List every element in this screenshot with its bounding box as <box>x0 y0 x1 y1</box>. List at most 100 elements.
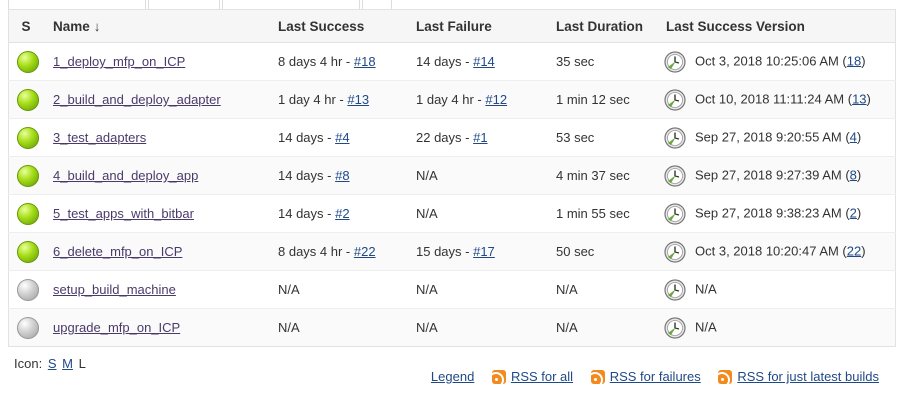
job-link[interactable]: 2_build_and_deploy_adapter <box>53 92 221 107</box>
clock-icon[interactable] <box>664 88 686 111</box>
column-header-last-success[interactable]: Last Success <box>268 9 414 43</box>
version-text: Oct 10, 2018 11:11:24 AM ( <box>695 90 853 106</box>
last-success-version-cell: Oct 10, 2018 11:11:24 AM (13) <box>664 80 896 119</box>
grey-ball-icon <box>16 316 39 339</box>
green-ball-icon <box>16 164 39 187</box>
column-header-last-duration[interactable]: Last Duration <box>546 9 664 43</box>
job-name-cell: 5_test_apps_with_bitbar <box>43 194 268 233</box>
version-close: ) <box>856 204 862 220</box>
last-failure-cell: N/A <box>414 270 546 309</box>
rss-icon[interactable] <box>590 370 605 384</box>
job-link[interactable]: 1_deploy_mfp_on_ICP <box>53 54 185 69</box>
last-failure-cell: 15 days - #17 <box>414 232 546 271</box>
icon-size-small-link[interactable]: S <box>48 356 57 371</box>
rss-icon[interactable] <box>491 370 506 384</box>
last-success-build-link[interactable]: #18 <box>354 54 376 69</box>
last-failure-text: N/A <box>416 282 438 297</box>
version-text: Oct 3, 2018 10:25:06 AM ( <box>695 52 847 68</box>
job-link[interactable]: upgrade_mfp_on_ICP <box>53 320 180 335</box>
last-success-build-link[interactable]: #8 <box>335 168 349 183</box>
last-failure-build-link[interactable]: #1 <box>473 130 487 145</box>
job-link[interactable]: 5_test_apps_with_bitbar <box>53 206 194 221</box>
job-link[interactable]: 4_build_and_deploy_app <box>53 168 198 183</box>
rss-latest-builds-link[interactable]: RSS for just latest builds <box>737 369 879 384</box>
last-failure-text: N/A <box>416 168 438 183</box>
job-link[interactable]: 6_delete_mfp_on_ICP <box>53 244 182 259</box>
version-text: Oct 3, 2018 10:20:47 AM ( <box>695 242 847 258</box>
version-build-link[interactable]: 8 <box>850 167 857 182</box>
icon-size-large-current: L <box>78 356 86 371</box>
last-success-version-cell: Sep 27, 2018 9:38:23 AM (2) <box>664 194 896 233</box>
green-ball-icon <box>16 88 39 111</box>
last-failure-text: N/A <box>416 206 438 221</box>
rss-icon[interactable] <box>718 370 733 384</box>
last-success-build-link[interactable]: #2 <box>335 206 349 221</box>
table-row: setup_build_machine N/A N/A N/A N/A <box>8 270 896 309</box>
table-row: 1_deploy_mfp_on_ICP 8 days 4 hr - #18 14 d… <box>8 42 896 81</box>
rss-all-link[interactable]: RSS for all <box>511 369 573 384</box>
last-success-version-cell: Sep 27, 2018 9:27:39 AM (8) <box>664 156 896 195</box>
version-text: Sep 27, 2018 9:38:23 AM ( <box>695 204 850 220</box>
column-header-status[interactable]: S <box>8 9 43 43</box>
job-name-cell: 3_test_adapters <box>43 118 268 157</box>
last-success-version-cell: Oct 3, 2018 10:20:47 AM (22) <box>664 232 896 271</box>
green-ball-icon <box>16 240 39 263</box>
last-success-build-link[interactable]: #22 <box>354 244 376 259</box>
status-cell <box>8 308 43 347</box>
last-duration-cell: N/A <box>546 270 664 309</box>
job-link[interactable]: 3_test_adapters <box>53 130 146 145</box>
last-success-version-cell: N/A <box>664 270 896 309</box>
clock-icon[interactable] <box>664 278 686 301</box>
version-build-link[interactable]: 18 <box>847 53 861 68</box>
last-failure-build-link[interactable]: #14 <box>473 54 495 69</box>
last-success-cell: 8 days 4 hr - #22 <box>268 232 414 271</box>
last-success-build-link[interactable]: #4 <box>335 130 349 145</box>
last-success-text: 14 days - <box>278 206 336 221</box>
status-cell <box>8 42 43 81</box>
column-header-name[interactable]: Name ↓ <box>43 9 268 43</box>
version-close: ) <box>861 52 866 68</box>
version-close: ) <box>856 166 862 182</box>
last-success-text: 8 days 4 hr - <box>278 54 354 69</box>
version-text: N/A <box>695 318 717 334</box>
last-success-text: 1 day 4 hr - <box>278 92 348 107</box>
last-failure-cell: 14 days - #14 <box>414 42 546 81</box>
rss-failures-link[interactable]: RSS for failures <box>610 369 701 384</box>
last-duration-cell: 4 min 37 sec <box>546 156 664 195</box>
job-name-cell: 1_deploy_mfp_on_ICP <box>43 42 268 81</box>
clock-icon[interactable] <box>664 50 686 73</box>
last-failure-cell: N/A <box>414 308 546 347</box>
clock-icon[interactable] <box>664 240 686 263</box>
last-duration-cell: 1 min 55 sec <box>546 194 664 233</box>
last-duration-cell: 1 min 12 sec <box>546 80 664 119</box>
clock-icon[interactable] <box>664 164 686 187</box>
jobs-table: S Name ↓ Last Success Last Failure Last D… <box>8 9 896 347</box>
clock-icon[interactable] <box>664 316 686 339</box>
version-build-link[interactable]: 13 <box>852 91 866 106</box>
job-name-cell: setup_build_machine <box>43 270 268 309</box>
last-duration-cell: 53 sec <box>546 118 664 157</box>
last-failure-build-link[interactable]: #12 <box>485 92 507 107</box>
table-row: 5_test_apps_with_bitbar 14 days - #2 N/A 1 … <box>8 194 896 233</box>
job-link[interactable]: setup_build_machine <box>53 282 176 297</box>
icon-size-medium-link[interactable]: M <box>62 356 73 371</box>
last-duration-cell: 50 sec <box>546 232 664 271</box>
column-header-last-success-version[interactable]: Last Success Version <box>664 9 896 43</box>
version-text: Sep 27, 2018 9:20:55 AM ( <box>695 128 850 144</box>
version-build-link[interactable]: 2 <box>850 205 857 220</box>
last-success-build-link[interactable]: #13 <box>347 92 369 107</box>
last-success-version-cell: N/A <box>664 308 896 347</box>
version-build-link[interactable]: 4 <box>850 129 857 144</box>
last-failure-build-link[interactable]: #17 <box>473 244 495 259</box>
icon-size-label: Icon: <box>14 356 43 371</box>
column-header-last-failure[interactable]: Last Failure <box>414 9 546 43</box>
last-failure-text: 1 day 4 hr - <box>416 92 486 107</box>
last-failure-text: 15 days - <box>416 244 474 259</box>
table-row: 3_test_adapters 14 days - #4 22 days - #1 5… <box>8 118 896 157</box>
clock-icon[interactable] <box>664 202 686 225</box>
legend-link[interactable]: Legend <box>431 369 474 384</box>
grey-ball-icon <box>16 278 39 301</box>
clock-icon[interactable] <box>664 126 686 149</box>
last-success-cell: 8 days 4 hr - #18 <box>268 42 414 81</box>
version-build-link[interactable]: 22 <box>847 243 861 258</box>
